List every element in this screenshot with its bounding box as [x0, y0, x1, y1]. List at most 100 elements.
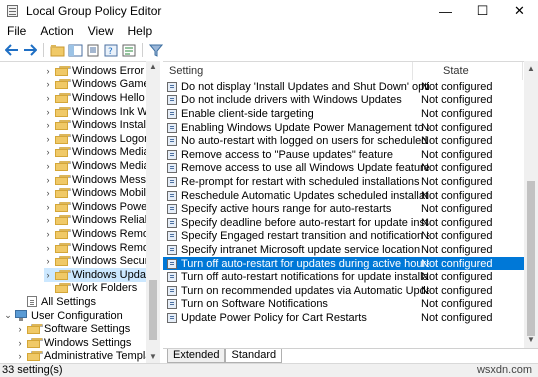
tree-item[interactable]: › Windows Mobility C — [44, 186, 160, 200]
policy-row[interactable]: Turn on recommended updates via Automati… — [163, 284, 524, 298]
tree-item[interactable]: Work Folders — [44, 282, 137, 296]
chevron-right-icon[interactable]: › — [44, 243, 52, 253]
tree-item[interactable]: All Settings — [16, 295, 96, 309]
tree-item-label: Work Folders — [72, 282, 138, 295]
folder-icon — [27, 337, 43, 348]
tree-item-label: User Configuration — [31, 309, 123, 322]
scroll-down-icon[interactable]: ▼ — [524, 334, 538, 346]
policy-state: Not configured — [421, 121, 493, 134]
chevron-right-icon[interactable]: › — [44, 161, 52, 171]
policy-row[interactable]: Turn off auto-restart notifications for … — [163, 270, 524, 284]
tree-item[interactable]: › Windows Ink Works — [44, 105, 160, 119]
tree-item[interactable]: › Administrative Templates — [16, 350, 160, 363]
chevron-right-icon[interactable]: › — [44, 229, 52, 239]
scroll-up-icon[interactable]: ▲ — [146, 61, 160, 73]
chevron-right-icon[interactable]: › — [44, 79, 52, 89]
chevron-right-icon[interactable]: › — [16, 351, 24, 361]
folder-icon — [55, 106, 71, 117]
folder-icon — [55, 147, 71, 158]
policy-setting-icon — [167, 108, 177, 119]
policy-row[interactable]: Specify deadline before auto-restart for… — [163, 216, 524, 230]
tree-item[interactable]: › Windows Media Dig — [44, 146, 160, 160]
policy-row[interactable]: Remove access to "Pause updates" feature… — [163, 148, 524, 162]
tree-item[interactable]: ›Windows Hello for E — [44, 91, 160, 105]
policy-row[interactable]: Turn off auto-restart for updates during… — [163, 256, 524, 271]
chevron-right-icon[interactable]: › — [44, 66, 52, 76]
tree-pane[interactable]: ›Windows Error Repo›Windows Game Rec›Win… — [0, 61, 160, 363]
policy-row[interactable]: Remove access to use all Windows Update … — [163, 162, 524, 176]
list-scrollbar[interactable]: ▲ ▼ — [524, 61, 538, 348]
chevron-right-icon[interactable]: › — [44, 134, 52, 144]
tree-item[interactable]: ⌄ User Configuration — [4, 309, 123, 323]
tree-item[interactable]: › Windows Logon Op — [44, 132, 160, 146]
chevron-right-icon[interactable]: › — [44, 93, 52, 103]
policy-row[interactable]: Do not include drivers with Windows Upda… — [163, 94, 524, 108]
policy-row[interactable]: Update Power Policy for Cart Restarts Not… — [163, 311, 524, 325]
policy-row[interactable]: Reschedule Automatic Updates scheduled i… — [163, 189, 524, 203]
policy-row[interactable]: No auto-restart with logged on users for… — [163, 134, 524, 148]
tree-item[interactable]: ›Windows Remote M — [44, 227, 160, 241]
back-arrow-icon[interactable] — [4, 42, 20, 58]
close-button[interactable]: ✕ — [501, 0, 538, 22]
chevron-right-icon[interactable]: › — [44, 202, 52, 212]
chevron-right-icon[interactable]: › — [44, 147, 52, 157]
chevron-right-icon[interactable]: › — [44, 188, 52, 198]
tab-standard[interactable]: Standard — [225, 349, 283, 363]
tree-item[interactable]: ›Windows Game Rec — [44, 78, 160, 92]
policy-row[interactable]: Specify active hours range for auto-rest… — [163, 202, 524, 216]
maximize-button[interactable]: ☐ — [464, 0, 501, 22]
policy-list: Setting State Do not display 'Install Up… — [163, 61, 538, 348]
chevron-right-icon[interactable]: › — [44, 270, 52, 280]
watermark: wsxdn.com — [476, 364, 532, 376]
tree-scroll-thumb[interactable] — [149, 280, 157, 340]
chevron-right-icon[interactable]: › — [44, 215, 52, 225]
filter-icon[interactable] — [148, 42, 164, 58]
tree-item[interactable]: › Windows Installer — [44, 118, 159, 132]
chevron-right-icon[interactable]: › — [44, 107, 52, 117]
tree-item[interactable]: › Windows Update — [44, 268, 159, 282]
show-hide-tree-icon[interactable] — [67, 42, 83, 58]
help-icon[interactable]: ? — [103, 42, 119, 58]
policy-row[interactable]: Specify Engaged restart transition and n… — [163, 230, 524, 244]
list-scroll-thumb[interactable] — [527, 181, 535, 336]
tree-item[interactable]: ›Windows Remote Sl — [44, 241, 160, 255]
column-header-setting[interactable]: Setting — [163, 62, 413, 80]
chevron-right-icon[interactable]: › — [16, 338, 24, 348]
policy-setting-name: Specify Engaged restart transition and n… — [181, 230, 429, 243]
tree-item[interactable]: ›Windows Error Repo — [44, 64, 160, 78]
policy-row[interactable]: Do not display 'Install Updates and Shut… — [163, 80, 524, 94]
policy-row[interactable]: Enabling Windows Update Power Management… — [163, 121, 524, 135]
menu-view[interactable]: View — [81, 24, 121, 38]
tree-item[interactable]: › Windows Settings — [16, 336, 132, 350]
forward-arrow-icon[interactable] — [22, 42, 38, 58]
properties-icon[interactable] — [85, 42, 101, 58]
tree-item[interactable]: › Windows Security — [44, 254, 160, 268]
folder-icon — [55, 174, 71, 185]
up-folder-icon[interactable] — [49, 42, 65, 58]
scroll-down-icon[interactable]: ▼ — [146, 351, 160, 363]
tree-item[interactable]: ›Windows Messenge — [44, 173, 160, 187]
policy-row[interactable]: Turn on Software Notifications Not config… — [163, 298, 524, 312]
policy-setting-name: No auto-restart with logged on users for… — [181, 135, 429, 148]
policy-row[interactable]: Re-prompt for restart with scheduled ins… — [163, 175, 524, 189]
tree-item[interactable]: › Windows Media Pla — [44, 159, 160, 173]
chevron-right-icon[interactable]: › — [44, 175, 52, 185]
chevron-down-icon[interactable]: ⌄ — [4, 310, 12, 321]
chevron-right-icon[interactable]: › — [44, 256, 52, 266]
menu-help[interactable]: Help — [121, 24, 160, 38]
tree-item[interactable]: › Windows Reliability — [44, 214, 160, 228]
tree-item[interactable]: ›Windows PowerShe — [44, 200, 160, 214]
chevron-right-icon[interactable]: › — [16, 324, 24, 334]
menu-action[interactable]: Action — [33, 24, 80, 38]
export-list-icon[interactable] — [121, 42, 137, 58]
tree-scrollbar[interactable]: ▲ ▼ — [146, 61, 160, 363]
column-header-state[interactable]: State — [413, 62, 523, 80]
menu-file[interactable]: File — [0, 24, 33, 38]
tab-extended[interactable]: Extended — [167, 349, 226, 363]
policy-row[interactable]: Specify intranet Microsoft update servic… — [163, 243, 524, 257]
minimize-button[interactable]: — — [427, 0, 464, 22]
chevron-right-icon[interactable]: › — [44, 120, 52, 130]
policy-row[interactable]: Enable client-side targeting Not configur… — [163, 107, 524, 121]
tree-item[interactable]: › Software Settings — [16, 322, 131, 336]
scroll-up-icon[interactable]: ▲ — [524, 63, 538, 75]
